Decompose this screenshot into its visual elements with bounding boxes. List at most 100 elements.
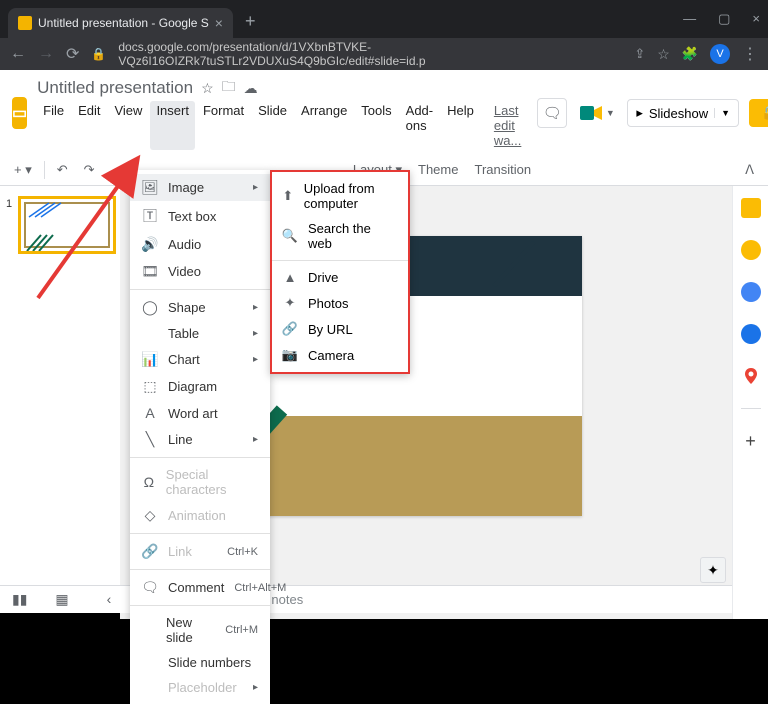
speaker-notes[interactable]: ▮▮ ▦ ‹ Click to add speaker notes [0,585,732,613]
insert-video[interactable]: 🎞Video [130,258,270,285]
image-drive[interactable]: ▲Drive [272,265,408,290]
redo-button[interactable]: ↷ [80,160,99,180]
undo-button[interactable]: ↶ [53,160,72,180]
insert-new-slide[interactable]: New slideCtrl+M [130,610,270,650]
play-icon: ▸ [636,105,643,121]
add-addon-button[interactable]: + [745,431,756,452]
upload-icon: ⬆ [282,188,294,204]
new-slide-button[interactable]: + ▾ [10,160,36,180]
share-page-icon[interactable]: ⇪ [634,46,645,62]
menu-view[interactable]: View [108,101,148,150]
image-camera[interactable]: 📷Camera [272,342,408,368]
scroll-left-icon[interactable]: ‹ [107,591,112,608]
insert-dropdown: 🖼Image▸ 🅃Text box 🔊Audio 🎞Video ◯Shape▸ … [130,170,270,704]
menu-arrange[interactable]: Arrange [295,101,353,150]
contacts-icon[interactable] [741,324,761,344]
slides-logo[interactable]: ▭ [12,97,27,129]
browser-tab[interactable]: Untitled presentation - Google S × [8,8,233,38]
transition-button[interactable]: Transition [470,160,535,179]
slide-thumbnail-panel: 1 [0,186,120,619]
insert-link: 🔗LinkCtrl+K [130,538,270,565]
menu-edit[interactable]: Edit [72,101,106,150]
insert-special-chars: ΩSpecial characters [130,462,270,502]
insert-diagram[interactable]: ⬚Diagram [130,373,270,400]
side-panel: + [732,186,768,619]
grid-view-icon[interactable]: ▦ [55,591,68,608]
line-icon: ╲ [142,431,158,448]
close-window-button[interactable]: × [752,11,760,27]
close-tab-icon[interactable]: × [215,15,223,31]
video-icon: 🎞 [142,263,158,280]
drive-icon: ▲ [282,270,298,285]
search-icon: 🔍 [282,228,298,244]
image-by-url[interactable]: 🔗By URL [272,316,408,342]
audio-icon: 🔊 [142,236,158,253]
omega-icon: Ω [142,474,156,490]
share-button[interactable]: 🔒 Share [749,99,768,127]
extensions-icon[interactable]: 🧩 [682,46,698,62]
insert-comment[interactable]: 🗨CommentCtrl+Alt+M [130,574,270,601]
lock-icon[interactable]: 🔒 [91,47,106,61]
maximize-button[interactable]: ▢ [718,11,730,27]
shape-icon: ◯ [142,299,158,316]
insert-animation: ◇Animation [130,502,270,529]
keep-icon[interactable] [741,240,761,260]
explore-button[interactable]: ✦ [700,557,726,583]
insert-textbox[interactable]: 🅃Text box [130,201,270,231]
image-photos[interactable]: ✦Photos [272,290,408,316]
textbox-icon: 🅃 [142,206,158,226]
insert-placeholder: Placeholder▸ [130,675,270,700]
animation-icon: ◇ [142,507,158,524]
menu-tools[interactable]: Tools [355,101,397,150]
insert-chart[interactable]: 📊Chart▸ [130,346,270,373]
minimize-button[interactable]: — [683,11,696,27]
last-edit-link[interactable]: Last edit wa... [488,101,527,150]
camera-icon: 📷 [282,347,298,363]
reload-button[interactable]: ⟳ [66,44,79,64]
link-icon: 🔗 [142,543,158,560]
slideshow-button[interactable]: ▸ Slideshow ▼ [627,99,739,127]
insert-audio[interactable]: 🔊Audio [130,231,270,258]
menu-format[interactable]: Format [197,101,250,150]
image-submenu: ⬆Upload from computer 🔍Search the web ▲D… [270,170,410,374]
menu-insert[interactable]: Insert [150,101,195,150]
comments-button[interactable]: 🗨 [537,98,567,128]
insert-image[interactable]: 🖼Image▸ [130,174,270,201]
filmstrip-view-icon[interactable]: ▮▮ [12,591,27,608]
chrome-menu-icon[interactable]: ⋮ [742,44,758,64]
diagram-icon: ⬚ [142,378,158,395]
bookmark-icon[interactable]: ☆ [657,46,670,63]
slides-favicon [18,16,32,30]
theme-button[interactable]: Theme [414,160,462,179]
menu-help[interactable]: Help [441,101,480,150]
profile-avatar[interactable]: V [710,44,730,64]
menu-file[interactable]: File [37,101,70,150]
insert-table[interactable]: Table▸ [130,321,270,346]
insert-wordart[interactable]: AWord art [130,400,270,426]
insert-line[interactable]: ╲Line▸ [130,426,270,453]
link-icon: 🔗 [282,321,298,337]
meet-button[interactable]: ▼ [577,98,617,128]
image-search-web[interactable]: 🔍Search the web [272,216,408,256]
url-field[interactable]: docs.google.com/presentation/d/1VXbnBTVK… [118,40,622,68]
calendar-icon[interactable] [741,198,761,218]
slide-thumbnail-1[interactable]: 1 [8,196,112,254]
maps-icon[interactable] [741,366,761,386]
new-tab-button[interactable]: + [245,11,256,32]
tasks-icon[interactable] [741,282,761,302]
photos-icon: ✦ [282,295,298,311]
collapse-toolbar-button[interactable]: ᐱ [741,160,758,180]
back-button[interactable]: ← [10,45,26,63]
menu-addons[interactable]: Add-ons [400,101,439,150]
cloud-status-icon[interactable]: ☁ [244,80,258,97]
insert-shape[interactable]: ◯Shape▸ [130,294,270,321]
image-icon: 🖼 [142,179,158,196]
insert-slide-numbers[interactable]: Slide numbers [130,650,270,675]
image-upload[interactable]: ⬆Upload from computer [272,176,408,216]
forward-button[interactable]: → [38,45,54,63]
doc-title[interactable]: Untitled presentation [37,78,193,98]
move-icon[interactable]: 🗀 [222,76,236,100]
star-icon[interactable]: ☆ [201,80,214,97]
chart-icon: 📊 [142,351,158,368]
menu-slide[interactable]: Slide [252,101,293,150]
